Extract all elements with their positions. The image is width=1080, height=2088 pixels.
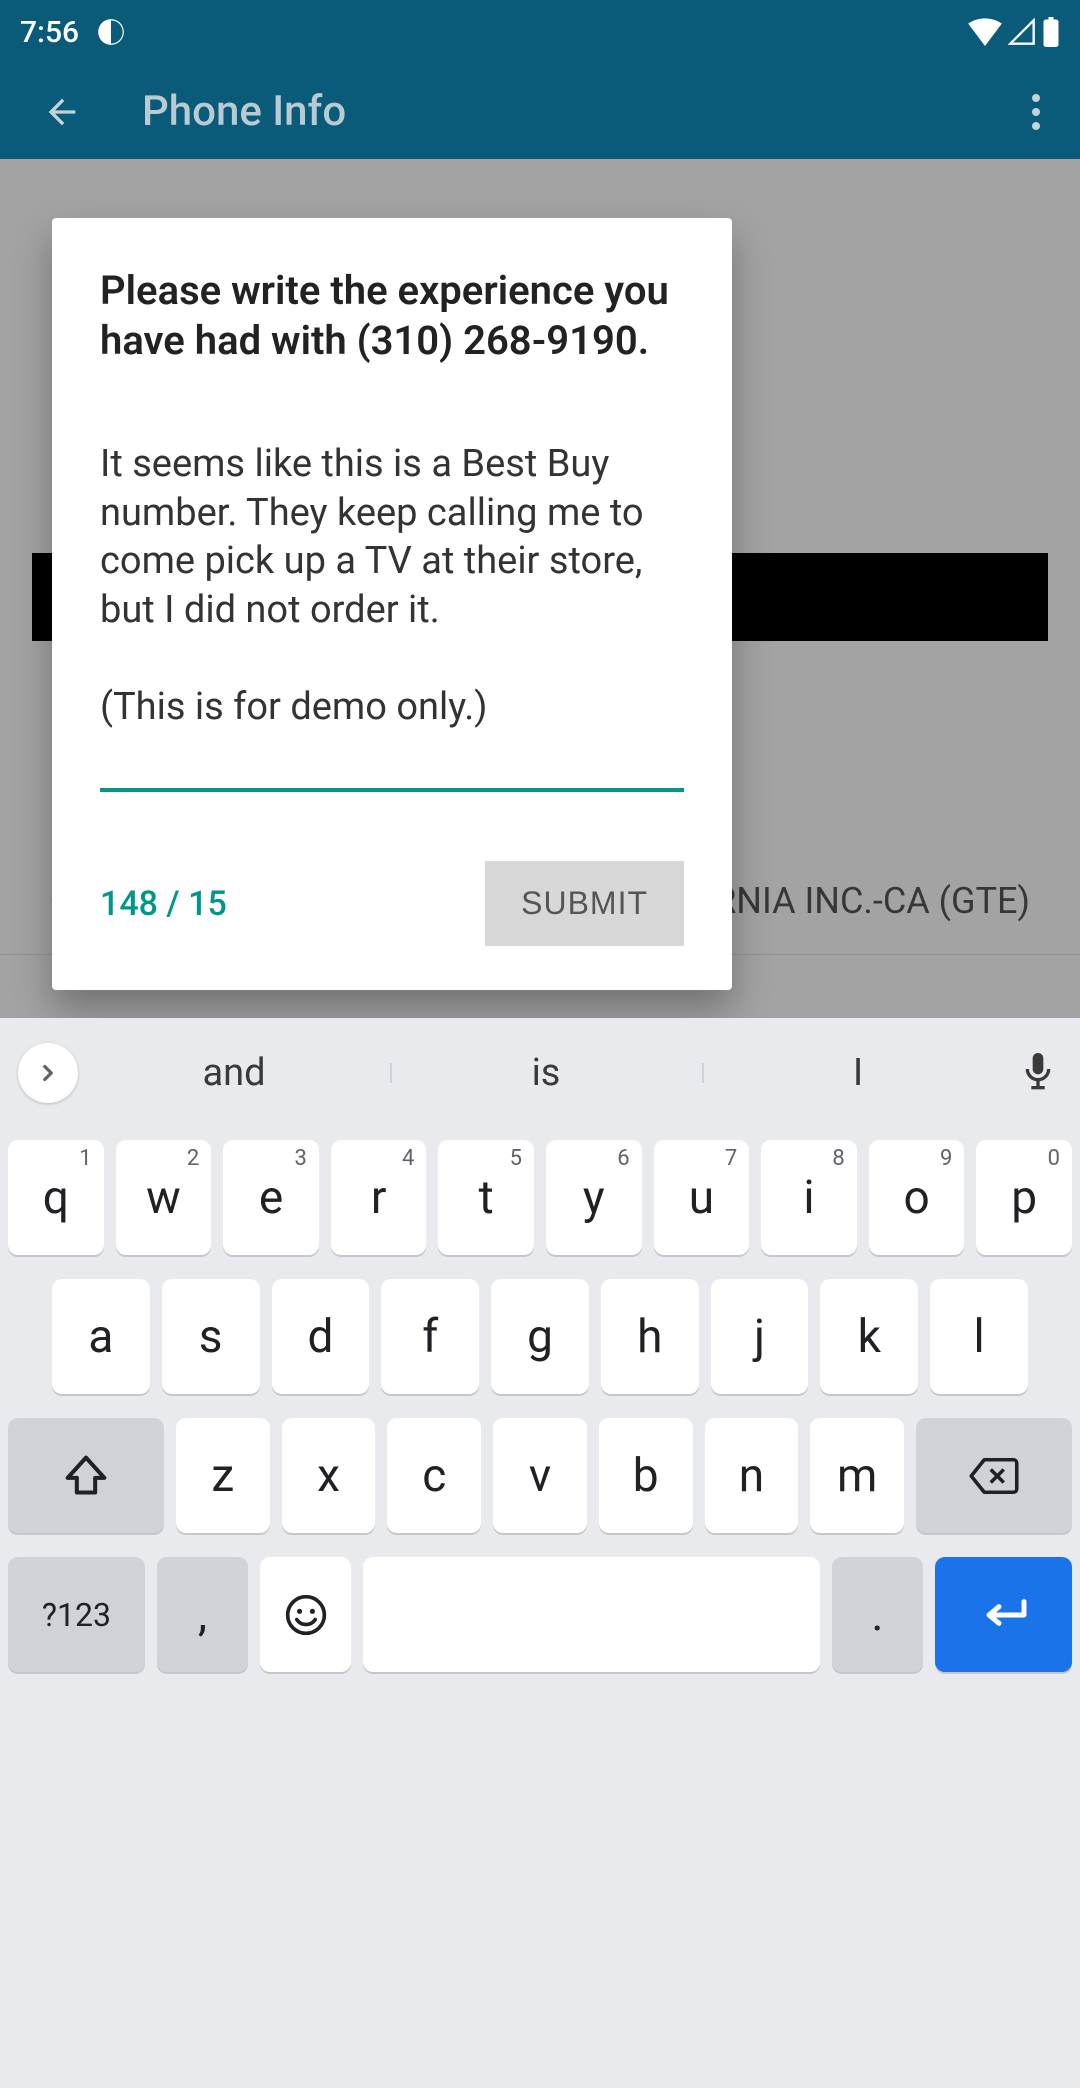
expand-suggestions-button[interactable] [18,1043,78,1103]
overflow-menu-button[interactable] [1012,88,1060,136]
char-count: 148 / 15 [100,884,227,924]
key-c[interactable]: c [387,1418,481,1533]
key-k[interactable]: k [820,1279,918,1394]
dialog-title: Please write the experience you have had… [100,266,684,366]
battery-icon [1042,17,1060,47]
page-title: Phone Info [142,87,346,136]
symbols-key[interactable]: ?123 [8,1557,145,1672]
space-key[interactable] [363,1557,819,1672]
key-s[interactable]: s [162,1279,260,1394]
key-q[interactable]: q1 [8,1140,104,1255]
key-b[interactable]: b [599,1418,693,1533]
key-m[interactable]: m [810,1418,904,1533]
key-o[interactable]: o9 [869,1140,965,1255]
key-p[interactable]: p0 [976,1140,1072,1255]
back-button[interactable] [38,88,86,136]
status-bar: 7:56 [0,0,1080,64]
suggestion-2[interactable]: is [390,1051,702,1095]
key-u[interactable]: u7 [654,1140,750,1255]
key-h[interactable]: h [601,1279,699,1394]
key-w[interactable]: w2 [116,1140,212,1255]
key-j[interactable]: j [711,1279,809,1394]
app-bar: Phone Info [0,64,1080,159]
suggestion-1[interactable]: and [78,1051,390,1095]
backspace-key[interactable] [916,1418,1072,1533]
key-x[interactable]: x [282,1418,376,1533]
key-v[interactable]: v [493,1418,587,1533]
key-d[interactable]: d [272,1279,370,1394]
key-f[interactable]: f [381,1279,479,1394]
key-l[interactable]: l [930,1279,1028,1394]
report-dialog: Please write the experience you have had… [52,218,732,990]
key-z[interactable]: z [176,1418,270,1533]
key-g[interactable]: g [491,1279,589,1394]
wifi-icon [968,18,1002,46]
experience-input[interactable] [100,440,684,792]
key-y[interactable]: y6 [546,1140,642,1255]
suggestion-3[interactable]: I [702,1051,1014,1095]
key-t[interactable]: t5 [438,1140,534,1255]
keyboard: and is I q1w2e3r4t5y6u7i8o9p0 asdfghjkl … [0,1018,1080,2088]
enter-key[interactable] [935,1557,1072,1672]
suggestion-bar: and is I [0,1018,1080,1128]
key-e[interactable]: e3 [223,1140,319,1255]
period-key[interactable]: . [832,1557,923,1672]
status-time: 7:56 [20,15,79,50]
key-i[interactable]: i8 [761,1140,857,1255]
cell-signal-icon [1008,18,1036,46]
comma-key[interactable]: , [157,1557,248,1672]
submit-button[interactable]: SUBMIT [485,861,684,946]
key-a[interactable]: a [52,1279,150,1394]
app-indicator-icon [97,18,125,46]
key-n[interactable]: n [705,1418,799,1533]
mic-button[interactable] [1014,1049,1062,1097]
shift-key[interactable] [8,1418,164,1533]
emoji-key[interactable] [260,1557,351,1672]
key-r[interactable]: r4 [331,1140,427,1255]
